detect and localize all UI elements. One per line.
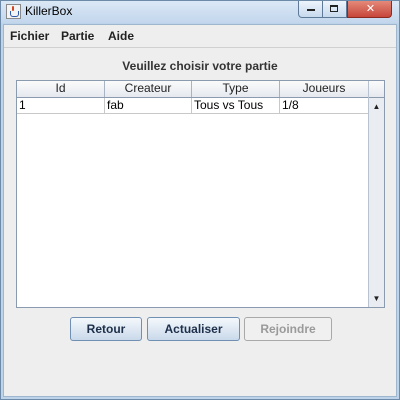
column-header-createur[interactable]: Createur (105, 81, 192, 97)
retour-button[interactable]: Retour (70, 317, 142, 341)
table-row[interactable]: 1 fab Tous vs Tous 1/8 (17, 98, 368, 114)
column-header-type[interactable]: Type (192, 81, 280, 97)
menu-bar: Fichier Partie Aide (4, 25, 396, 48)
cell-createur: fab (105, 98, 192, 113)
header-corner (369, 81, 384, 98)
cell-type: Tous vs Tous (192, 98, 280, 113)
games-table: Id Createur Type Joueurs 1 fab Tous vs T… (16, 80, 385, 308)
maximize-icon (330, 5, 338, 12)
window-title: KillerBox (25, 4, 73, 18)
menu-aide[interactable]: Aide (108, 29, 134, 43)
app-window: KillerBox ✕ Fichier Partie Aide Veuillez… (0, 0, 400, 400)
close-icon: ✕ (365, 3, 376, 15)
column-header-id[interactable]: Id (17, 81, 105, 97)
scroll-up-icon[interactable]: ▲ (369, 99, 384, 114)
content-pane: Fichier Partie Aide Veuillez choisir vot… (3, 24, 397, 397)
scroll-down-icon[interactable]: ▼ (369, 291, 384, 306)
cell-id: 1 (17, 98, 105, 113)
cell-joueurs: 1/8 (282, 98, 299, 112)
close-button[interactable]: ✕ (347, 1, 392, 18)
java-cup-icon (6, 4, 21, 19)
vertical-scrollbar[interactable]: ▲ ▼ (368, 81, 384, 307)
title-bar[interactable]: KillerBox ✕ (1, 1, 399, 23)
minimize-icon (307, 9, 315, 11)
menu-partie[interactable]: Partie (61, 29, 94, 43)
maximize-button[interactable] (323, 1, 347, 18)
rejoindre-button[interactable]: Rejoindre (244, 317, 332, 341)
column-header-joueurs[interactable]: Joueurs (280, 81, 368, 97)
page-title: Veuillez choisir votre partie (122, 59, 278, 73)
minimize-button[interactable] (298, 1, 323, 18)
actualiser-button[interactable]: Actualiser (147, 317, 240, 341)
table-header: Id Createur Type Joueurs (17, 81, 368, 98)
menu-fichier[interactable]: Fichier (10, 29, 49, 43)
